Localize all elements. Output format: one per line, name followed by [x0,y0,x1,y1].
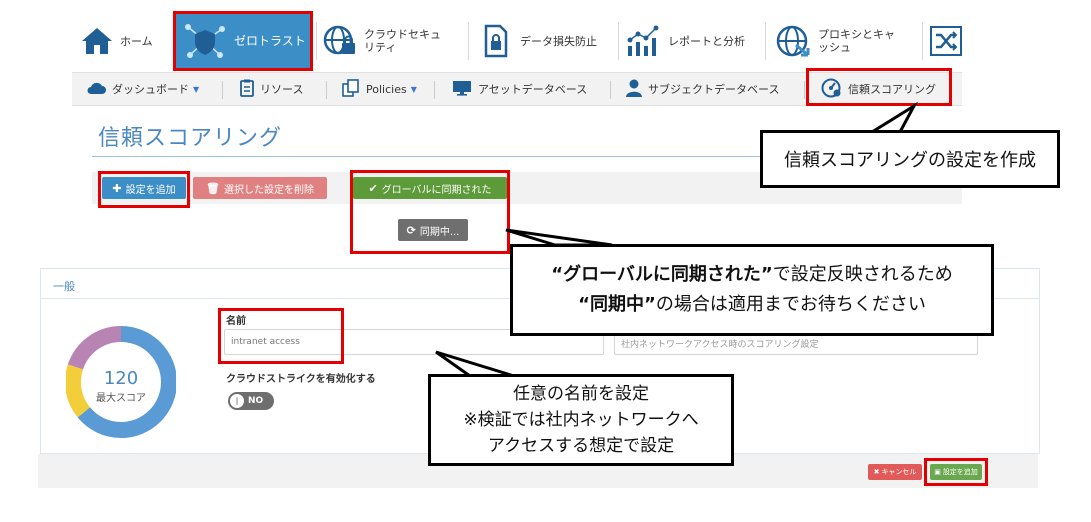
callout-name-note: 任意の名前を設定 ※検証では社内ネットワークへ アクセスする想定で設定 [428,374,734,466]
callout-sync-note: “グローバルに同期された”で設定反映されるため “同期中”の場合は適用までお待ち… [510,244,994,336]
callout-create-setting: 信頼スコアリングの設定を作成 [760,130,1060,188]
